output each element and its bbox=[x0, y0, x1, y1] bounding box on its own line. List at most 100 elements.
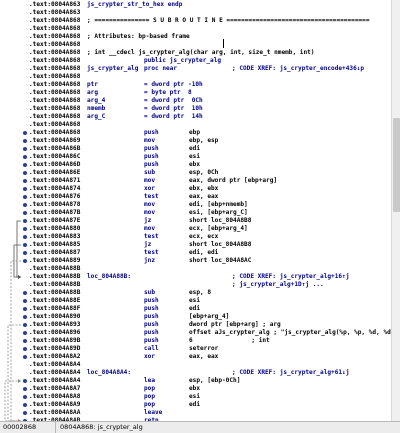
listing-line[interactable]: .text:0804A889 jnz short loc_804A8AC bbox=[0, 257, 391, 265]
listing-line[interactable]: .text:0804A87E jz short loc_804A8B8 bbox=[0, 217, 391, 225]
listing-line[interactable]: .text:0804A86E sub esp, 0Ch bbox=[0, 169, 391, 177]
breakpoint-dot-icon[interactable] bbox=[23, 339, 27, 343]
listing-line[interactable]: .text:0804A868 push ebp bbox=[0, 129, 391, 137]
listing-line[interactable]: .text:0804A868 ; =============== S U B R … bbox=[0, 17, 391, 25]
mnemonic: push bbox=[144, 161, 159, 168]
breakpoint-dot-icon[interactable] bbox=[23, 227, 27, 231]
breakpoint-dot-icon[interactable] bbox=[23, 259, 27, 263]
listing-line[interactable]: .text:0804A868 arg_4 = dword ptr 0Ch bbox=[0, 97, 391, 105]
listing-line[interactable]: .text:0804A8A4 lea esp, [ebp-0Ch] bbox=[0, 377, 391, 385]
breakpoint-dot-icon[interactable] bbox=[23, 347, 27, 351]
listing-line[interactable]: .text:0804A868 arg_C = dword ptr 14h bbox=[0, 113, 391, 121]
listing-line[interactable]: .text:0804A88B loc_804A88B: ; CODE XREF: j… bbox=[0, 273, 391, 281]
breakpoint-dot-icon[interactable] bbox=[23, 379, 27, 383]
breakpoint-dot-icon[interactable] bbox=[23, 155, 27, 159]
breakpoint-dot-icon[interactable] bbox=[23, 331, 27, 335]
listing-line[interactable]: .text:0804A893 push dword ptr [ebp+arg] ; … bbox=[0, 321, 391, 329]
breakpoint-dot-icon[interactable] bbox=[23, 147, 27, 151]
breakpoint-dot-icon[interactable] bbox=[23, 291, 27, 295]
breakpoint-dot-icon[interactable] bbox=[23, 171, 27, 175]
listing-line[interactable]: .text:0804A8A4 bbox=[0, 361, 391, 369]
listing-line[interactable]: .text:0804A868 bbox=[0, 25, 391, 33]
listing-line[interactable]: .text:0804A868 arg = byte ptr 8 bbox=[0, 89, 391, 97]
line-label: ; =============== S U B R O U T I N E ==… bbox=[87, 17, 370, 24]
listing-line[interactable]: .text:0804A88B ; js_crypter_alg+1D↑j ... bbox=[0, 281, 391, 289]
operands: ebx bbox=[189, 385, 201, 392]
breakpoint-dot-icon[interactable] bbox=[23, 243, 27, 247]
listing-line[interactable]: .text:0804A868 public js_crypter_alg bbox=[0, 57, 391, 65]
listing-line[interactable]: .text:0804A8A4 loc_804A8A4: ; CODE XREF: j… bbox=[0, 369, 391, 377]
listing-line[interactable]: .text:0804A863 bbox=[0, 9, 391, 17]
vertical-scrollbar[interactable] bbox=[391, 0, 400, 421]
listing-line[interactable]: .text:0804A86B push edi bbox=[0, 145, 391, 153]
breakpoint-dot-icon[interactable] bbox=[23, 355, 27, 359]
listing-line[interactable]: .text:0804A868 ; int __cdecl js_crypter_a… bbox=[0, 49, 391, 57]
listing-line[interactable]: .text:0804A8A2 xor eax, eax bbox=[0, 353, 391, 361]
breakpoint-dot-icon[interactable] bbox=[23, 131, 27, 135]
listing-line[interactable]: .text:0804A88F push edi bbox=[0, 305, 391, 313]
listing-line[interactable]: .text:0804A868 nmemb = dword ptr 10h bbox=[0, 105, 391, 113]
listing-line[interactable]: .text:0804A8A8 pop esi bbox=[0, 393, 391, 401]
listing-line[interactable]: .text:0804A89B push 6 ; int bbox=[0, 337, 391, 345]
listing-line[interactable]: .text:0804A86C push esi bbox=[0, 153, 391, 161]
listing-line[interactable]: .text:0804A868 bbox=[0, 41, 391, 49]
listing-line[interactable]: .text:0804A8A9 pop edi bbox=[0, 401, 391, 409]
scrollbar-thumb[interactable] bbox=[393, 118, 400, 212]
disassembly-listing[interactable]: .text:0804A863 js_crypter_str_to_hex endp… bbox=[0, 0, 391, 421]
breakpoint-dot-icon[interactable] bbox=[23, 315, 27, 319]
breakpoint-dot-icon[interactable] bbox=[23, 179, 27, 183]
breakpoint-dot-icon[interactable] bbox=[23, 235, 27, 239]
breakpoint-dot-icon[interactable] bbox=[23, 139, 27, 143]
breakpoint-dot-icon[interactable] bbox=[23, 395, 27, 399]
listing-line[interactable]: .text:0804A868 js_crypter_alg proc near ; C… bbox=[0, 65, 391, 73]
line-address: .text:0804A868 bbox=[29, 121, 81, 128]
listing-line[interactable]: .text:0804A89D call seterror bbox=[0, 345, 391, 353]
breakpoint-dot-icon[interactable] bbox=[23, 411, 27, 415]
breakpoint-dot-icon[interactable] bbox=[23, 163, 27, 167]
listing-line[interactable]: .text:0804A887 test edi, edi bbox=[0, 249, 391, 257]
listing-line[interactable]: .text:0804A880 mov ecx, [ebp+arg_4] bbox=[0, 225, 391, 233]
listing-line[interactable]: .text:0804A868 ptr = dword ptr -10h bbox=[0, 81, 391, 89]
listing-line[interactable]: .text:0804A874 xor ebx, ebx bbox=[0, 185, 391, 193]
line-address: .text:0804A896 bbox=[29, 329, 81, 336]
xref-comment[interactable]: ; CODE XREF: js_crypter_encode+436↓p bbox=[232, 65, 364, 73]
listing-line[interactable]: .text:0804A87B mov esi, [ebp+arg_C] bbox=[0, 209, 391, 217]
directive: public js_crypter_alg bbox=[144, 57, 222, 64]
listing-line[interactable]: .text:0804A869 mov ebp, esp bbox=[0, 137, 391, 145]
listing-line[interactable]: .text:0804A868 bbox=[0, 73, 391, 81]
listing-line[interactable]: .text:0804A883 test ecx, ecx bbox=[0, 233, 391, 241]
xref-comment[interactable]: ; CODE XREF: js_crypter_alg+16↑j bbox=[232, 273, 349, 281]
listing-line[interactable]: .text:0804A868 ; Attributes: bp-based fra… bbox=[0, 33, 391, 41]
breakpoint-dot-icon[interactable] bbox=[23, 195, 27, 199]
listing-line[interactable]: .text:0804A896 push offset aJs_crypter_alg… bbox=[0, 329, 391, 337]
breakpoint-dot-icon[interactable] bbox=[23, 219, 27, 223]
listing-line[interactable]: .text:0804A885 jz short loc_804A8B8 bbox=[0, 241, 391, 249]
listing-line[interactable]: .text:0804A868 bbox=[0, 121, 391, 129]
listing-line[interactable]: .text:0804A8A7 pop ebx bbox=[0, 385, 391, 393]
xref-comment[interactable]: ; CODE XREF: js_crypter_alg+61↓j bbox=[232, 369, 349, 377]
breakpoint-dot-icon[interactable] bbox=[23, 203, 27, 207]
listing-line[interactable]: .text:0804A8AA leave bbox=[0, 409, 391, 417]
breakpoint-dot-icon[interactable] bbox=[23, 299, 27, 303]
breakpoint-dot-icon[interactable] bbox=[23, 323, 27, 327]
breakpoint-dot-icon[interactable] bbox=[23, 187, 27, 191]
listing-line[interactable]: .text:0804A863 js_crypter_str_to_hex endp bbox=[0, 1, 391, 9]
breakpoint-dot-icon[interactable] bbox=[23, 251, 27, 255]
listing-line[interactable]: .text:0804A88E push esi bbox=[0, 297, 391, 305]
xref-comment[interactable]: ; js_crypter_alg+1D↑j ... bbox=[232, 281, 324, 289]
line-address: .text:0804A874 bbox=[29, 185, 81, 192]
line-address: .text:0804A863 bbox=[29, 9, 81, 16]
breakpoint-dot-icon[interactable] bbox=[23, 403, 27, 407]
status-offset: 00002868 bbox=[0, 422, 56, 433]
listing-line[interactable]: .text:0804A86D push ebx bbox=[0, 161, 391, 169]
listing-line[interactable]: .text:0804A878 mov edi, [ebp+nmemb] bbox=[0, 201, 391, 209]
breakpoint-dot-icon[interactable] bbox=[23, 307, 27, 311]
breakpoint-dot-icon[interactable] bbox=[23, 387, 27, 391]
listing-line[interactable]: .text:0804A88B sub esp, 8 bbox=[0, 289, 391, 297]
listing-line[interactable]: .text:0804A890 push [ebp+arg_4] bbox=[0, 313, 391, 321]
listing-line[interactable]: .text:0804A876 test eax, eax bbox=[0, 193, 391, 201]
listing-line[interactable]: .text:0804A871 mov eax, dword ptr [ebp+arg… bbox=[0, 177, 391, 185]
breakpoint-dot-icon[interactable] bbox=[23, 211, 27, 215]
listing-line[interactable]: .text:0804A88B bbox=[0, 265, 391, 273]
line-label: ; int __cdecl js_crypter_alg(char arg, i… bbox=[87, 49, 315, 56]
